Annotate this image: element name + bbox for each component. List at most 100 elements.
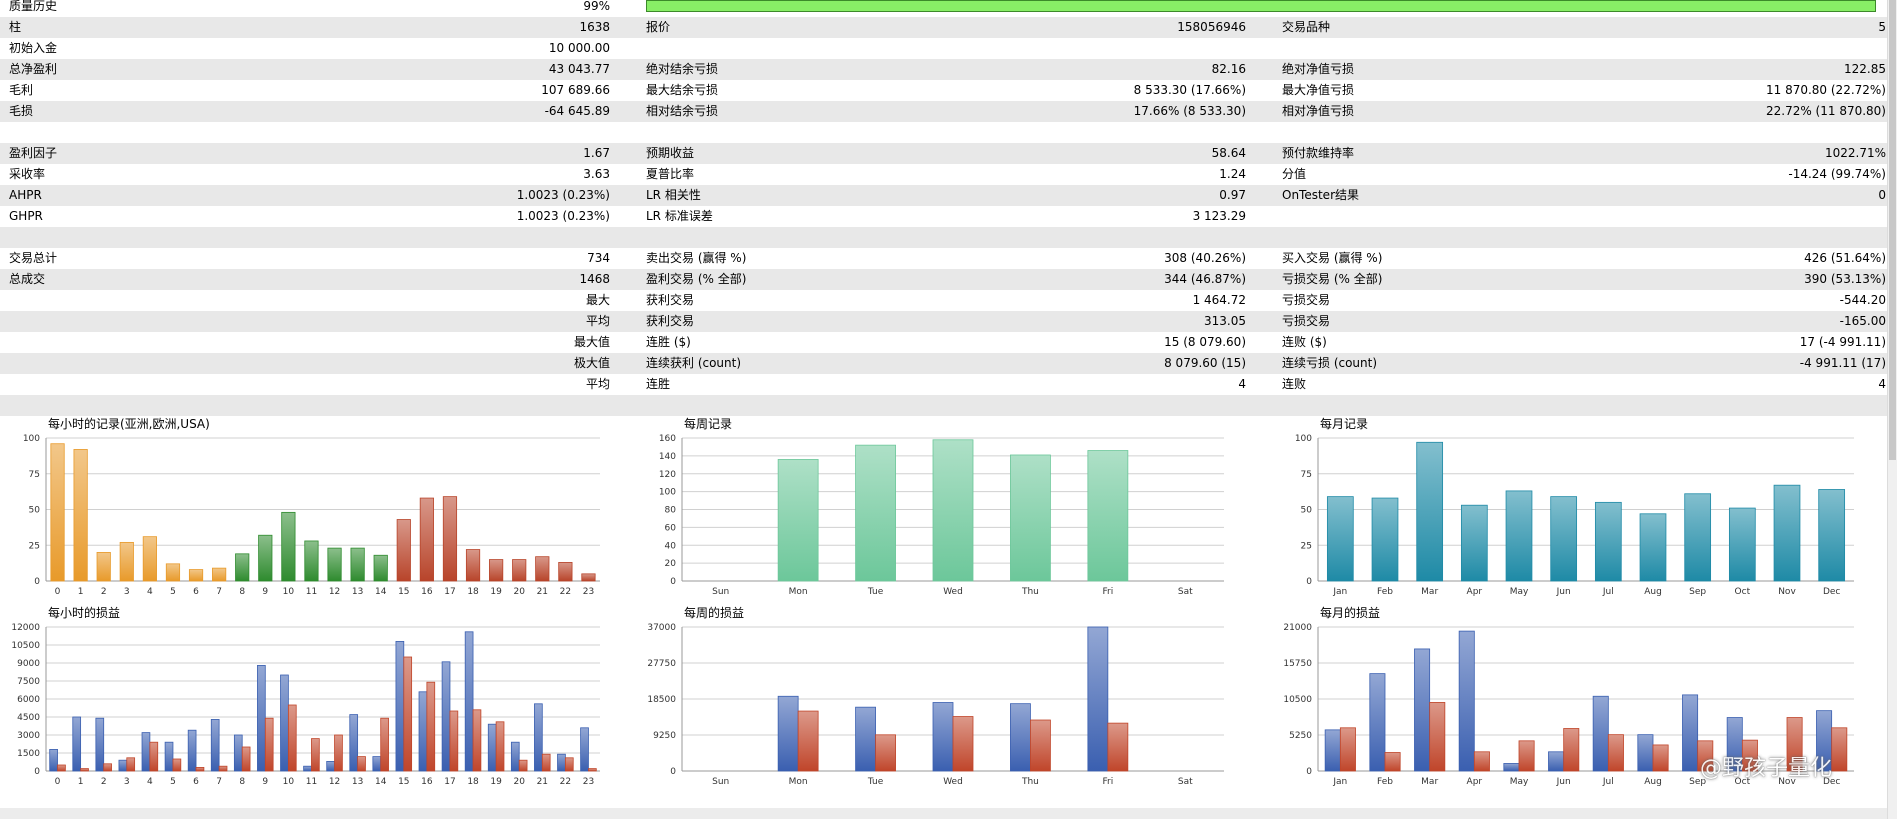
chart-bar (1371, 497, 1399, 582)
chart-bar (73, 449, 88, 582)
chart-bar (1563, 728, 1580, 772)
x-tick-label: Sun (712, 777, 729, 787)
chart-bar (419, 497, 434, 582)
x-tick-label: 3 (124, 587, 130, 597)
chart-bar (1458, 630, 1475, 772)
chart-bar (1429, 702, 1446, 772)
chart-bar (187, 729, 197, 772)
x-tick-label: Thu (1021, 777, 1039, 787)
chart-bar (855, 444, 896, 582)
chart-bar (72, 716, 82, 772)
x-tick-label: May (1510, 587, 1529, 597)
chart-bar (241, 746, 251, 772)
chart-bar (1414, 648, 1431, 772)
chart-bar (557, 753, 566, 772)
chart-bar (564, 757, 574, 772)
chart-bar (1639, 513, 1667, 582)
chart-bar (103, 763, 112, 772)
chart-bar (580, 727, 589, 772)
x-tick-label: Jan (1332, 777, 1347, 787)
x-tick-label: Sun (712, 587, 729, 597)
chart-bar (465, 549, 481, 582)
chart-bar (326, 761, 335, 772)
y-tick-label: 21000 (1283, 623, 1312, 633)
x-tick-label: 10 (283, 777, 295, 787)
chart-bar (777, 459, 819, 582)
x-tick-label: Fri (1102, 587, 1113, 597)
chart-bar (372, 756, 382, 772)
x-tick-label: 16 (421, 777, 433, 787)
y-tick-label: 0 (1306, 577, 1312, 587)
x-tick-label: Jul (1602, 587, 1614, 597)
chart-bar (1728, 507, 1756, 582)
chart-bar (932, 702, 954, 772)
chart-bar (96, 552, 111, 582)
chart-bar (118, 759, 128, 772)
scrollbar-thumb[interactable] (1889, 0, 1896, 460)
x-tick-label: Jun (1556, 587, 1571, 597)
y-tick-label: 7500 (17, 677, 40, 687)
x-tick-label: 3 (124, 777, 130, 787)
x-tick-label: 10 (283, 587, 295, 597)
x-tick-label: Wed (943, 777, 963, 787)
chart-bar (1684, 493, 1712, 582)
chart-bar (777, 695, 799, 772)
y-tick-label: 37000 (647, 623, 676, 633)
x-tick-label: Thu (1021, 587, 1039, 597)
y-tick-label: 0 (1306, 767, 1312, 777)
x-tick-label: 8 (239, 777, 245, 787)
chart-bar (195, 767, 205, 772)
x-tick-label: 18 (467, 587, 479, 597)
x-tick-label: Apr (1467, 587, 1483, 597)
y-tick-label: 100 (659, 488, 676, 498)
chart-bar (952, 716, 974, 772)
chart-bar (80, 768, 89, 772)
chart-bar (418, 691, 428, 772)
y-tick-label: 140 (659, 452, 676, 462)
chart-bar (119, 541, 134, 582)
chart-title: 每周的损益 (684, 605, 744, 620)
x-tick-label: Dec (1823, 587, 1840, 597)
x-tick-label: Aug (1644, 587, 1662, 597)
chart-bar (441, 661, 451, 772)
x-tick-label: 19 (490, 587, 502, 597)
y-tick-label: 100 (23, 434, 40, 444)
x-tick-label: 9 (262, 587, 268, 597)
chart-bar (264, 717, 274, 772)
x-tick-label: 0 (55, 587, 61, 597)
chart-bar (95, 717, 105, 772)
y-tick-label: 5250 (1289, 731, 1312, 741)
chart-bar (588, 768, 597, 772)
x-tick-label: 17 (444, 777, 455, 787)
chart-bar (534, 703, 543, 772)
chart-bar (1369, 673, 1386, 772)
chart-bar (487, 723, 497, 772)
y-tick-label: 25 (29, 541, 40, 551)
chart-bar (327, 547, 342, 582)
chart-bar (165, 563, 181, 582)
x-tick-label: 13 (352, 587, 363, 597)
chart-bar (311, 738, 320, 772)
chart-bar (1107, 722, 1129, 772)
chart-bar (1550, 496, 1578, 582)
chart-bar (1473, 751, 1490, 772)
chart-bar (403, 656, 413, 772)
chart-bar (1818, 489, 1846, 582)
chart-bar (142, 536, 157, 582)
x-tick-label: 18 (467, 777, 479, 787)
x-tick-label: 15 (398, 587, 409, 597)
chart-bar (1087, 626, 1109, 772)
x-tick-label: Jun (1556, 777, 1571, 787)
x-tick-label: 11 (306, 587, 317, 597)
vertical-scrollbar[interactable] (1887, 0, 1897, 819)
chart-bar (50, 443, 65, 582)
x-tick-label: 22 (560, 587, 571, 597)
x-tick-label: Sat (1178, 587, 1193, 597)
x-tick-label: 1 (78, 777, 84, 787)
y-tick-label: 0 (34, 767, 40, 777)
y-tick-label: 3000 (17, 731, 40, 741)
x-tick-label: 7 (216, 587, 222, 597)
y-tick-label: 12000 (11, 623, 40, 633)
x-tick-label: Mon (789, 587, 808, 597)
chart-bar (258, 534, 273, 582)
